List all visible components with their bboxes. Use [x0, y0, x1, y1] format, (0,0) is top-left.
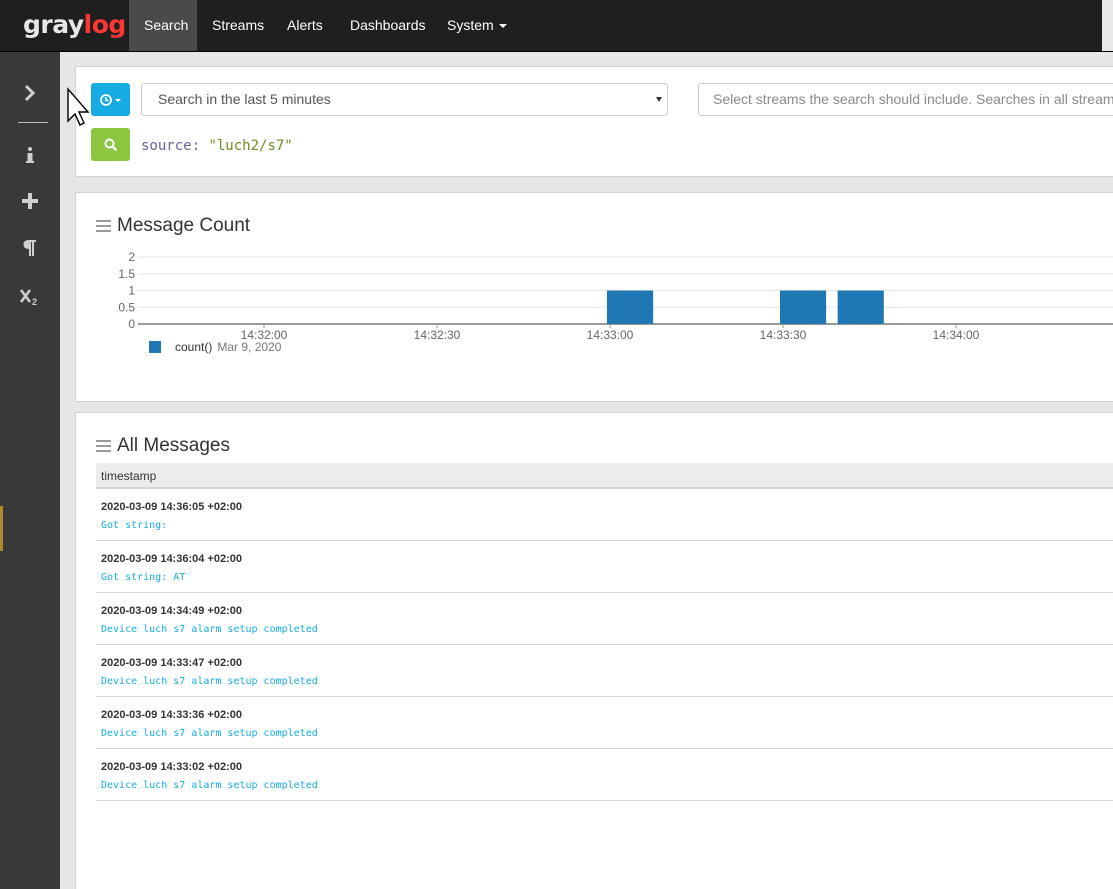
streams-placeholder: Select streams the search should include…: [713, 91, 1113, 107]
search-icon: [104, 138, 117, 151]
streams-select-input[interactable]: Select streams the search should include…: [698, 83, 1113, 116]
drag-handle-icon[interactable]: [96, 440, 111, 452]
info-icon[interactable]: [0, 137, 60, 173]
legend-label: count(): [175, 340, 213, 354]
select-arrow-icon: [656, 97, 662, 102]
chevron-right-icon[interactable]: [0, 75, 60, 111]
time-range-select[interactable]: Search in the last 5 minutes: [141, 83, 668, 116]
message-row[interactable]: 2020-03-09 14:33:47 +02:00 Device luch s7…: [96, 645, 1113, 697]
plus-icon[interactable]: [0, 183, 60, 219]
message-timestamp: 2020-03-09 14:33:36 +02:00: [101, 709, 242, 721]
all-messages-title: All Messages: [117, 435, 230, 456]
nav-streams[interactable]: Streams: [197, 0, 279, 51]
message-text: Device luch s7 alarm setup completed: [101, 676, 318, 687]
search-query-input[interactable]: source: "luch2/s7": [141, 137, 293, 155]
message-timestamp: 2020-03-09 14:36:05 +02:00: [101, 501, 242, 513]
message-text: Device luch s7 alarm setup completed: [101, 728, 318, 739]
column-header-timestamp[interactable]: timestamp: [96, 463, 1113, 489]
nav-system-label: System: [447, 17, 494, 33]
histogram-bar[interactable]: [837, 290, 884, 325]
message-text: Device luch s7 alarm setup completed: [101, 624, 318, 635]
nav-system[interactable]: System: [432, 0, 522, 51]
nav-search[interactable]: Search: [129, 0, 197, 51]
message-row[interactable]: 2020-03-09 14:36:04 +02:00 Got string: AT: [96, 541, 1113, 593]
message-row[interactable]: 2020-03-09 14:33:36 +02:00 Device luch s7…: [96, 697, 1113, 749]
all-messages-header: All Messages: [96, 435, 230, 457]
message-timestamp: 2020-03-09 14:34:49 +02:00: [101, 605, 242, 617]
caret-down-icon: [498, 24, 507, 29]
window-edge: [1102, 0, 1113, 51]
y-tick-label: 0.5: [118, 300, 135, 314]
sidebar-edge-marker: [0, 506, 3, 551]
y-tick-label: 2: [128, 251, 135, 264]
sidebar-divider: [18, 122, 48, 123]
message-timestamp: 2020-03-09 14:33:47 +02:00: [101, 657, 242, 669]
query-value: "luch2/s7": [208, 138, 293, 154]
paragraph-icon[interactable]: [0, 230, 60, 266]
mouse-cursor-icon: [67, 87, 90, 126]
message-row[interactable]: 2020-03-09 14:34:49 +02:00 Device luch s7…: [96, 593, 1113, 645]
message-count-chart: 2 1.5 1 0.5 0 14:32:00 14:32:30 14:33:00 14:33:3…: [96, 250, 1113, 351]
x-tick-label: 14:34:00: [933, 328, 980, 342]
nav-dashboards[interactable]: Dashboards: [335, 0, 441, 51]
histogram-svg: 21.510.5014:32:00 14:32:30 14:33:00 14:33:3…: [118, 250, 1113, 342]
message-row[interactable]: 2020-03-09 14:33:02 +02:00 Device luch s7…: [96, 749, 1113, 801]
message-text: Device luch s7 alarm setup completed: [101, 780, 318, 791]
sidebar-gutter: [60, 52, 74, 889]
message-text: Got string: AT: [101, 572, 186, 583]
x-tick-label: 14:33:00: [587, 328, 634, 342]
x-tick-label: 14:32:30: [414, 328, 461, 342]
message-timestamp: 2020-03-09 14:36:04 +02:00: [101, 553, 242, 565]
drag-handle-icon[interactable]: [96, 220, 111, 232]
svg-text:2: 2: [32, 297, 37, 306]
histogram-bar[interactable]: [780, 290, 827, 325]
y-tick-label: 0: [128, 317, 135, 331]
search-bar-panel: Search in the last 5 minutes Select stre…: [75, 66, 1113, 177]
legend-swatch[interactable]: [149, 341, 161, 353]
message-timestamp: 2020-03-09 14:33:02 +02:00: [101, 761, 242, 773]
nav-alerts[interactable]: Alerts: [272, 0, 338, 51]
y-tick-label: 1.5: [118, 267, 135, 281]
time-range-type-button[interactable]: [91, 83, 130, 116]
time-range-value: Search in the last 5 minutes: [158, 91, 331, 107]
message-count-title: Message Count: [117, 215, 251, 236]
legend-date: Mar 9, 2020: [217, 340, 282, 354]
x-tick-label: 14:33:30: [760, 328, 807, 342]
graylog-logo[interactable]: graylog: [23, 9, 126, 41]
message-text: Got string:: [101, 520, 168, 531]
messages-table: timestamp 2020-03-09 14:36:05 +02:00 Got …: [96, 463, 1113, 801]
message-row[interactable]: 2020-03-09 14:36:05 +02:00 Got string:: [96, 489, 1113, 541]
top-navbar: graylog Search Streams Alerts Dashboards…: [0, 0, 1113, 52]
subscript-icon[interactable]: 2: [0, 279, 60, 315]
chart-legend: count() Mar 9, 2020: [149, 340, 281, 354]
query-field: source:: [141, 138, 201, 154]
histogram-bar[interactable]: [607, 290, 654, 325]
y-tick-label: 1: [128, 284, 135, 298]
all-messages-panel: All Messages timestamp 2020-03-09 14:36:…: [75, 412, 1113, 889]
left-sidebar: 2: [0, 52, 60, 889]
message-count-panel: Message Count 2 1.5 1 0.5 0 14:32:00 14:32:30 1…: [75, 192, 1113, 402]
search-button[interactable]: [91, 128, 130, 161]
message-count-header: Message Count: [96, 215, 250, 237]
